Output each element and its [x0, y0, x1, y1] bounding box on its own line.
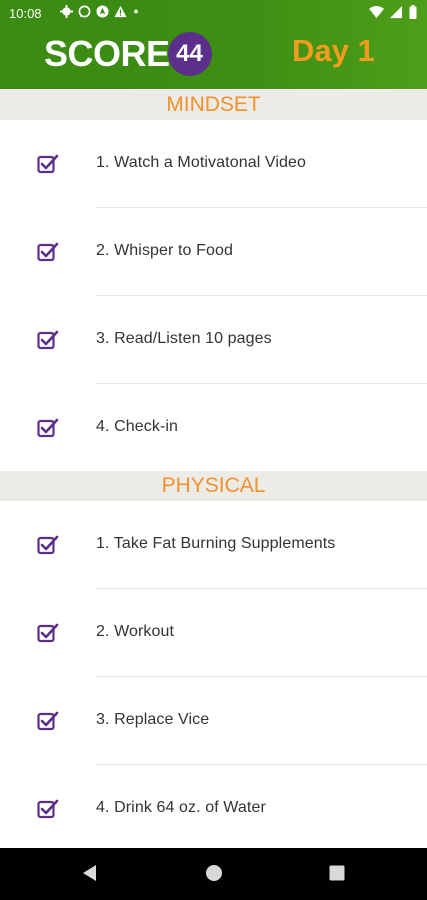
task-item[interactable]: 4. Drink 64 oz. of Water	[0, 765, 427, 853]
alert-icon	[114, 5, 127, 18]
task-item[interactable]: 3. Read/Listen 10 pages	[0, 296, 427, 384]
checkbox-checked-icon[interactable]	[37, 153, 59, 175]
wifi-icon	[369, 5, 384, 18]
navigation-icon	[96, 5, 109, 18]
task-item[interactable]: 3. Replace Vice	[0, 677, 427, 765]
logo-badge: 44	[167, 32, 212, 76]
status-bar: 10:08	[0, 0, 427, 28]
checkbox-checked-icon[interactable]	[37, 241, 59, 263]
checkbox-checked-icon[interactable]	[37, 710, 59, 732]
app-header: 10:08 SCORE 44 Day 1	[0, 0, 427, 89]
day-label: Day 1	[292, 33, 375, 68]
task-item[interactable]: 1. Take Fat Burning Supplements	[0, 501, 427, 589]
task-label: 2. Whisper to Food	[96, 242, 233, 259]
task-label: 4. Drink 64 oz. of Water	[96, 799, 266, 816]
task-label: 3. Replace Vice	[96, 711, 210, 728]
settings-icon	[60, 5, 73, 18]
dot-icon	[134, 9, 138, 14]
task-item[interactable]: 1. Watch a Motivatonal Video	[0, 120, 427, 208]
recents-icon[interactable]	[328, 864, 346, 882]
section-header-mindset: MINDSET	[0, 90, 427, 120]
app-logo: SCORE 44	[44, 30, 212, 78]
task-label: 3. Read/Listen 10 pages	[96, 330, 272, 347]
task-label: 1. Watch a Motivatonal Video	[96, 154, 307, 171]
task-item[interactable]: 2. Whisper to Food	[0, 208, 427, 296]
checkbox-checked-icon[interactable]	[37, 329, 59, 351]
system-nav-bar	[0, 848, 427, 900]
task-label: 1. Take Fat Burning Supplements	[96, 535, 336, 552]
task-item[interactable]: 2. Workout	[0, 589, 427, 677]
battery-icon	[409, 5, 417, 19]
back-icon[interactable]	[81, 864, 99, 882]
section-header-physical: PHYSICAL	[0, 471, 427, 501]
checkbox-checked-icon[interactable]	[37, 798, 59, 820]
status-time: 10:08	[9, 6, 42, 21]
checkbox-checked-icon[interactable]	[37, 622, 59, 644]
logo-text: SCORE	[44, 33, 170, 74]
task-item[interactable]: 4. Check-in	[0, 384, 427, 472]
checkbox-checked-icon[interactable]	[37, 417, 59, 439]
signal-icon	[390, 5, 403, 18]
checkbox-checked-icon[interactable]	[37, 534, 59, 556]
home-icon[interactable]	[205, 864, 223, 882]
task-label: 4. Check-in	[96, 418, 179, 435]
task-label: 2. Workout	[96, 623, 175, 640]
whatsapp-icon	[78, 5, 91, 18]
